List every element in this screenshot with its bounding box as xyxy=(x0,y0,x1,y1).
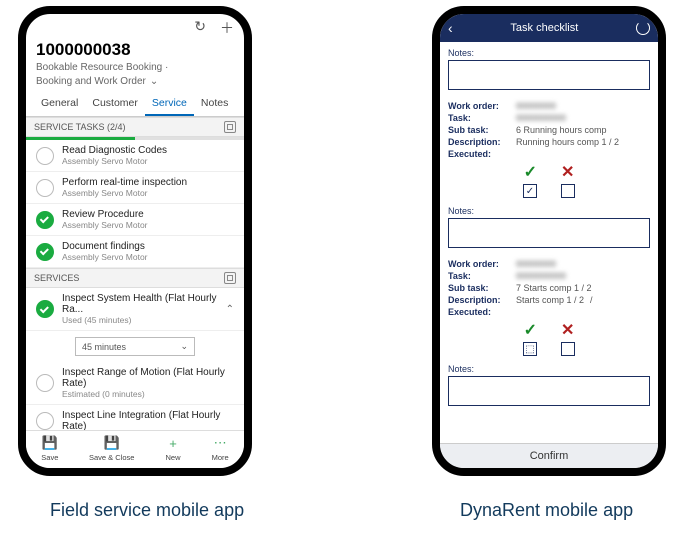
description-value: Running hours comp 1 / 2 xyxy=(516,137,619,147)
tab-customer[interactable]: Customer xyxy=(85,94,145,116)
tabs: General Customer Service Notes xyxy=(26,90,244,117)
executed-no-checkbox[interactable] xyxy=(561,184,575,198)
executed-no-checkbox[interactable] xyxy=(561,342,575,356)
chevron-up-icon[interactable]: ⌃ xyxy=(226,304,234,315)
page-title: Task checklist xyxy=(510,22,578,34)
bottom-bar: 💾Save 💾Save & Close +New ⋯More xyxy=(26,430,244,468)
checkbox-icon[interactable] xyxy=(36,147,54,165)
tab-service[interactable]: Service xyxy=(145,94,194,116)
subtask-value: 6 Running hours comp xyxy=(516,125,607,135)
notes-label: Notes: xyxy=(448,206,650,216)
checkbox-icon[interactable] xyxy=(36,374,54,392)
subtask-value: 7 Starts comp 1 / 2 xyxy=(516,283,592,293)
description-value: Starts comp 1 / 2 xyxy=(516,295,584,305)
x-icon: ✕ xyxy=(561,162,574,182)
task-row[interactable]: Document findingsAssembly Servo Motor xyxy=(26,236,244,268)
tab-general[interactable]: General xyxy=(34,94,85,116)
chevron-down-icon: ⌄ xyxy=(180,341,188,352)
x-icon: ✕ xyxy=(561,320,574,340)
checkbox-icon[interactable] xyxy=(36,179,54,197)
header-bar: ‹ Task checklist xyxy=(440,14,658,42)
executed-yes-checkbox[interactable]: ⬚ xyxy=(523,342,537,356)
task-row[interactable]: Read Diagnostic CodesAssembly Servo Moto… xyxy=(26,140,244,172)
duration-select[interactable]: 45 minutes ⌄ xyxy=(75,337,195,356)
task-value: 0000000000 xyxy=(516,271,566,281)
more-button[interactable]: ⋯More xyxy=(212,435,229,462)
checkbox-done-icon[interactable] xyxy=(36,300,54,318)
field-service-phone: ↻ ＋ 1000000038 Bookable Resource Booking… xyxy=(18,6,252,476)
grid-icon[interactable] xyxy=(224,121,236,133)
save-close-button[interactable]: 💾Save & Close xyxy=(89,435,134,462)
grid-icon[interactable] xyxy=(224,272,236,284)
notes-label: Notes: xyxy=(448,364,650,374)
executed-yes-checkbox[interactable]: ✓ xyxy=(523,184,537,198)
plus-icon: + xyxy=(165,435,181,451)
section-service-tasks[interactable]: SERVICE TASKS (2/4) xyxy=(26,117,244,137)
chevron-down-icon: ⌄ xyxy=(150,76,158,88)
task-value: 0000000000 xyxy=(516,113,566,123)
more-icon: ⋯ xyxy=(212,435,228,451)
refresh-icon[interactable] xyxy=(636,21,650,35)
check-icon: ✓ xyxy=(524,162,537,182)
caption-left: Field service mobile app xyxy=(50,500,244,521)
service-row[interactable]: Inspect Range of Motion (Flat Hourly Rat… xyxy=(26,362,244,405)
notes-label: Notes: xyxy=(448,48,650,58)
notes-input[interactable] xyxy=(448,60,650,90)
checkbox-done-icon[interactable] xyxy=(36,211,54,229)
service-row[interactable]: Inspect System Health (Flat Hourly Ra...… xyxy=(26,288,244,331)
confirm-button[interactable]: Confirm xyxy=(440,443,658,468)
new-button[interactable]: +New xyxy=(165,435,181,462)
dynarent-phone: ‹ Task checklist Notes: Work order:00000… xyxy=(432,6,666,476)
work-order-value: 00000000 xyxy=(516,259,556,269)
checkbox-icon[interactable] xyxy=(36,412,54,430)
section-services[interactable]: SERVICES xyxy=(26,268,244,288)
check-icon: ✓ xyxy=(524,320,537,340)
breadcrumb[interactable]: Bookable Resource Booking · xyxy=(26,62,244,76)
save-button[interactable]: 💾Save xyxy=(41,435,58,462)
notes-input[interactable] xyxy=(448,376,650,406)
refresh-icon[interactable]: ↻ xyxy=(194,18,206,38)
back-icon[interactable]: ‹ xyxy=(448,20,453,36)
task-row[interactable]: Review ProcedureAssembly Servo Motor xyxy=(26,204,244,236)
caption-right: DynaRent mobile app xyxy=(460,500,633,521)
work-order-value: 00000000 xyxy=(516,101,556,111)
tab-notes[interactable]: Notes xyxy=(194,94,235,116)
save-icon: 💾 xyxy=(42,435,58,451)
plus-icon[interactable]: ＋ xyxy=(220,18,234,38)
save-close-icon: 💾 xyxy=(104,435,120,451)
task-row[interactable]: Perform real-time inspectionAssembly Ser… xyxy=(26,172,244,204)
notes-input[interactable] xyxy=(448,218,650,248)
record-title: 1000000038 xyxy=(26,40,244,62)
checkbox-done-icon[interactable] xyxy=(36,243,54,261)
breadcrumb-2[interactable]: Booking and Work Order ⌄ xyxy=(26,76,244,90)
